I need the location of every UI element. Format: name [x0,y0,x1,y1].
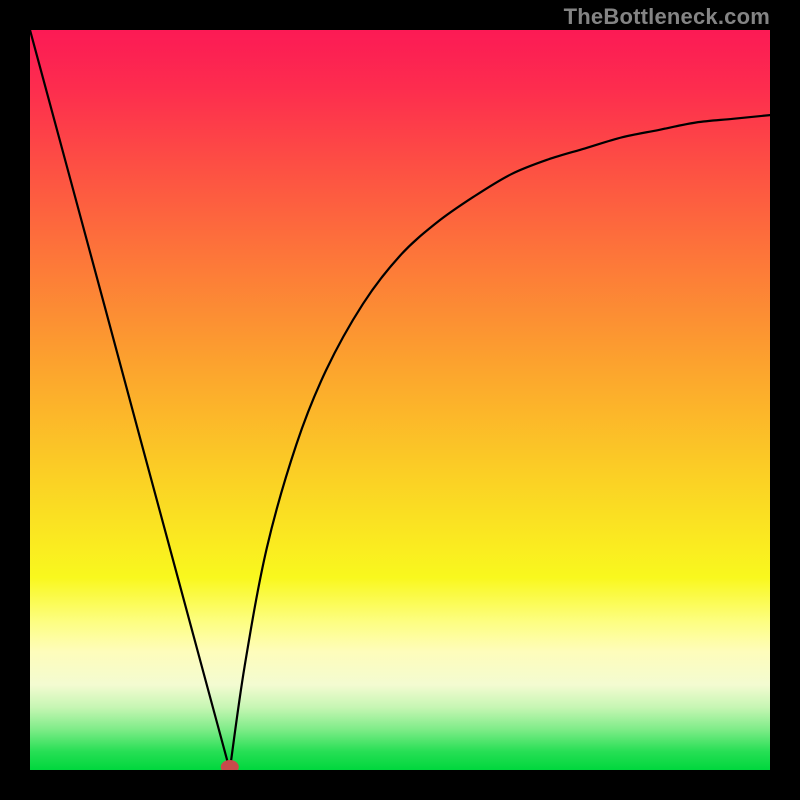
gradient-background [30,30,770,770]
bottleneck-chart [30,30,770,770]
watermark-text: TheBottleneck.com [564,4,770,30]
chart-frame [30,30,770,770]
